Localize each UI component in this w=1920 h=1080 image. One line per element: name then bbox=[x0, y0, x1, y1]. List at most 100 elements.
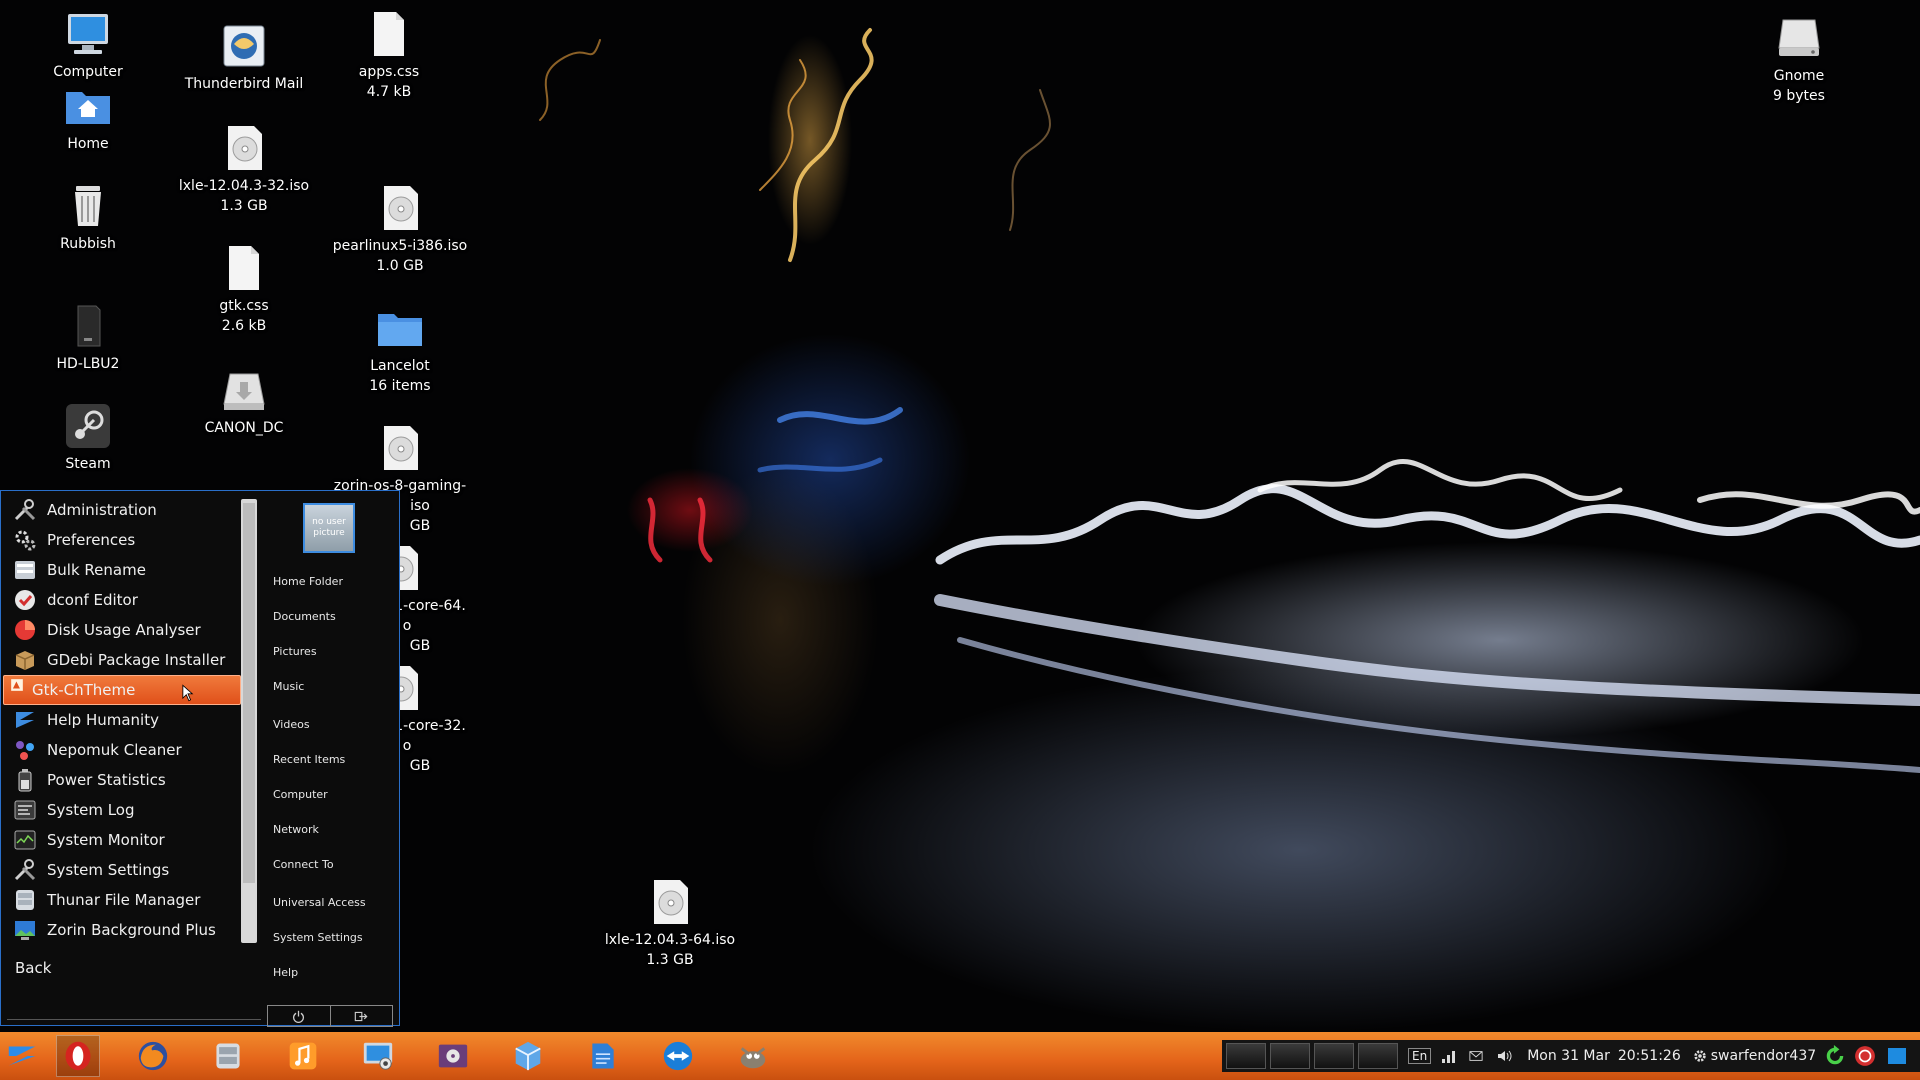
place-music[interactable]: Music bbox=[273, 680, 304, 693]
menu-item-administration[interactable]: Administration bbox=[7, 495, 241, 525]
menu-item-label: Preferences bbox=[47, 531, 136, 549]
opera-icon bbox=[65, 1041, 91, 1071]
desktop-icon-size: 16 items bbox=[369, 378, 431, 394]
clock-date[interactable]: Mon 31 Mar bbox=[1527, 1048, 1610, 1064]
removable-drive-icon bbox=[223, 373, 265, 410]
taskbar-app-firefox[interactable] bbox=[131, 1035, 175, 1077]
gear-icon[interactable] bbox=[1693, 1049, 1707, 1063]
dconf-icon bbox=[15, 590, 35, 610]
place-documents[interactable]: Documents bbox=[273, 610, 336, 623]
menu-item-power-statistics[interactable]: Power Statistics bbox=[7, 765, 241, 795]
network-signal-icon[interactable] bbox=[1441, 1048, 1457, 1064]
desktop-icon-lxle-32-iso[interactable]: lxle-12.04.3-32.iso 1.3 GB bbox=[169, 124, 319, 216]
nepomuk-icon bbox=[16, 741, 34, 760]
desktop-icon-pearlinux-iso[interactable]: pearlinux5-i386.iso 1.0 GB bbox=[325, 184, 475, 276]
place-network[interactable]: Network bbox=[273, 823, 319, 836]
place-videos[interactable]: Videos bbox=[273, 718, 310, 731]
menu-item-label: System Settings bbox=[47, 861, 170, 879]
taskbar-app-gimp[interactable] bbox=[731, 1035, 775, 1077]
trash-icon bbox=[75, 186, 101, 226]
desktop-icon-thunderbird[interactable]: Thunderbird Mail bbox=[169, 22, 319, 94]
taskbar-app-files[interactable] bbox=[206, 1035, 250, 1077]
menu-item-thunar[interactable]: Thunar File Manager bbox=[7, 885, 241, 915]
desktop-icon-size: 2.6 kB bbox=[221, 318, 267, 334]
desktop-icon-label: Steam bbox=[65, 456, 111, 472]
app-list-scrollbar[interactable] bbox=[241, 499, 257, 943]
user-picture[interactable]: no user picture bbox=[303, 503, 355, 553]
menu-item-nepomuk-cleaner[interactable]: Nepomuk Cleaner bbox=[7, 735, 241, 765]
place-connect-to[interactable]: Connect To bbox=[273, 858, 334, 871]
place-universal-access[interactable]: Universal Access bbox=[273, 896, 366, 909]
menu-item-gtk-chtheme[interactable]: Gtk-ChTheme bbox=[3, 675, 241, 705]
taskbar-app-opera[interactable] bbox=[56, 1035, 100, 1077]
desktop-icon-hd-lbu2[interactable]: HD-LBU2 bbox=[13, 302, 163, 374]
desktop-icon-lxle-64-iso[interactable]: lxle-12.04.3-64.iso 1.3 GB bbox=[595, 878, 745, 970]
folder-icon bbox=[378, 314, 422, 346]
taskbar-app-teamviewer[interactable] bbox=[656, 1035, 700, 1077]
desktop-icon-size: 4.7 kB bbox=[366, 84, 412, 100]
workspace-4[interactable] bbox=[1358, 1043, 1398, 1069]
menu-item-system-monitor[interactable]: System Monitor bbox=[7, 825, 241, 855]
menu-item-zorin-background-plus[interactable]: Zorin Background Plus bbox=[7, 915, 241, 945]
desktop-icon-label: HD-LBU2 bbox=[56, 356, 120, 372]
menu-item-label: Bulk Rename bbox=[47, 561, 146, 579]
place-help[interactable]: Help bbox=[273, 966, 298, 979]
menu-item-label: Gtk-ChTheme bbox=[32, 681, 136, 699]
power-icon bbox=[293, 1010, 305, 1023]
workspace-2[interactable] bbox=[1270, 1043, 1310, 1069]
desktop-icon-canon-dc[interactable]: CANON_DC bbox=[169, 366, 319, 438]
video-icon bbox=[438, 1044, 468, 1068]
shutdown-button[interactable] bbox=[268, 1006, 330, 1026]
desktop-icon-label: Home bbox=[67, 136, 109, 152]
menu-item-system-settings[interactable]: System Settings bbox=[7, 855, 241, 885]
logout-icon bbox=[354, 1011, 368, 1021]
show-desktop-icon[interactable] bbox=[1886, 1046, 1908, 1066]
taskbar-app-video[interactable] bbox=[431, 1035, 475, 1077]
keyboard-layout-indicator[interactable]: En bbox=[1408, 1048, 1432, 1064]
mail-icon[interactable] bbox=[1467, 1049, 1485, 1063]
firefox-icon bbox=[138, 1041, 168, 1071]
place-recent-items[interactable]: Recent Items bbox=[273, 753, 345, 766]
place-home-folder[interactable]: Home Folder bbox=[273, 575, 343, 588]
menu-item-bulk-rename[interactable]: Bulk Rename bbox=[7, 555, 241, 585]
desktop-icon-home[interactable]: Home bbox=[13, 82, 163, 154]
desktop-icon-steam[interactable]: Steam bbox=[13, 402, 163, 474]
desktop-icon-lancelot-folder[interactable]: Lancelot 16 items bbox=[325, 304, 475, 396]
place-pictures[interactable]: Pictures bbox=[273, 645, 317, 658]
zorin-menu-button[interactable] bbox=[0, 1035, 44, 1077]
desktop-icon-rubbish[interactable]: Rubbish bbox=[13, 182, 163, 254]
menu-item-dconf-editor[interactable]: dconf Editor bbox=[7, 585, 241, 615]
menu-item-system-log[interactable]: System Log bbox=[7, 795, 241, 825]
mouse-cursor-icon bbox=[182, 684, 194, 702]
menu-item-preferences[interactable]: Preferences bbox=[7, 525, 241, 555]
scrollbar-thumb[interactable] bbox=[243, 503, 255, 883]
update-icon[interactable] bbox=[1824, 1045, 1846, 1067]
workspace-3[interactable] bbox=[1314, 1043, 1354, 1069]
desktop-icon-label: Gnome bbox=[1773, 68, 1825, 84]
clock-time[interactable]: 20:51:26 bbox=[1618, 1048, 1681, 1064]
desktop-icon-apps-css[interactable]: apps.css 4.7 kB bbox=[314, 10, 464, 102]
desktop-icon-gnome[interactable]: Gnome 9 bytes bbox=[1724, 14, 1874, 106]
desktop-icon-computer[interactable]: Computer bbox=[13, 10, 163, 82]
taskbar-app-virtualbox[interactable] bbox=[506, 1035, 550, 1077]
menu-item-label: GDebi Package Installer bbox=[47, 651, 226, 669]
workspace-1[interactable] bbox=[1226, 1043, 1266, 1069]
taskbar-app-music[interactable] bbox=[281, 1035, 325, 1077]
menu-item-disk-usage-analyser[interactable]: Disk Usage Analyser bbox=[7, 615, 241, 645]
logout-button[interactable] bbox=[329, 1006, 393, 1026]
desktop-icon-label: CANON_DC bbox=[204, 420, 284, 436]
volume-icon[interactable] bbox=[1495, 1048, 1513, 1064]
session-username[interactable]: swarfendor437 bbox=[1711, 1048, 1816, 1064]
taskbar-app-text-editor[interactable] bbox=[581, 1035, 625, 1077]
text-editor-icon bbox=[592, 1043, 614, 1069]
desktop-icon-label: apps.css bbox=[358, 64, 420, 80]
alert-icon[interactable] bbox=[1854, 1045, 1876, 1067]
back-button[interactable]: Back bbox=[15, 959, 51, 977]
menu-item-help-humanity[interactable]: Help Humanity bbox=[7, 705, 241, 735]
menu-item-gdebi[interactable]: GDebi Package Installer bbox=[7, 645, 241, 675]
taskbar-app-screenshot[interactable] bbox=[356, 1035, 400, 1077]
desktop-icon-gtk-css[interactable]: gtk.css 2.6 kB bbox=[169, 244, 319, 336]
place-system-settings[interactable]: System Settings bbox=[273, 931, 363, 944]
place-computer[interactable]: Computer bbox=[273, 788, 328, 801]
menu-divider bbox=[7, 1019, 261, 1020]
